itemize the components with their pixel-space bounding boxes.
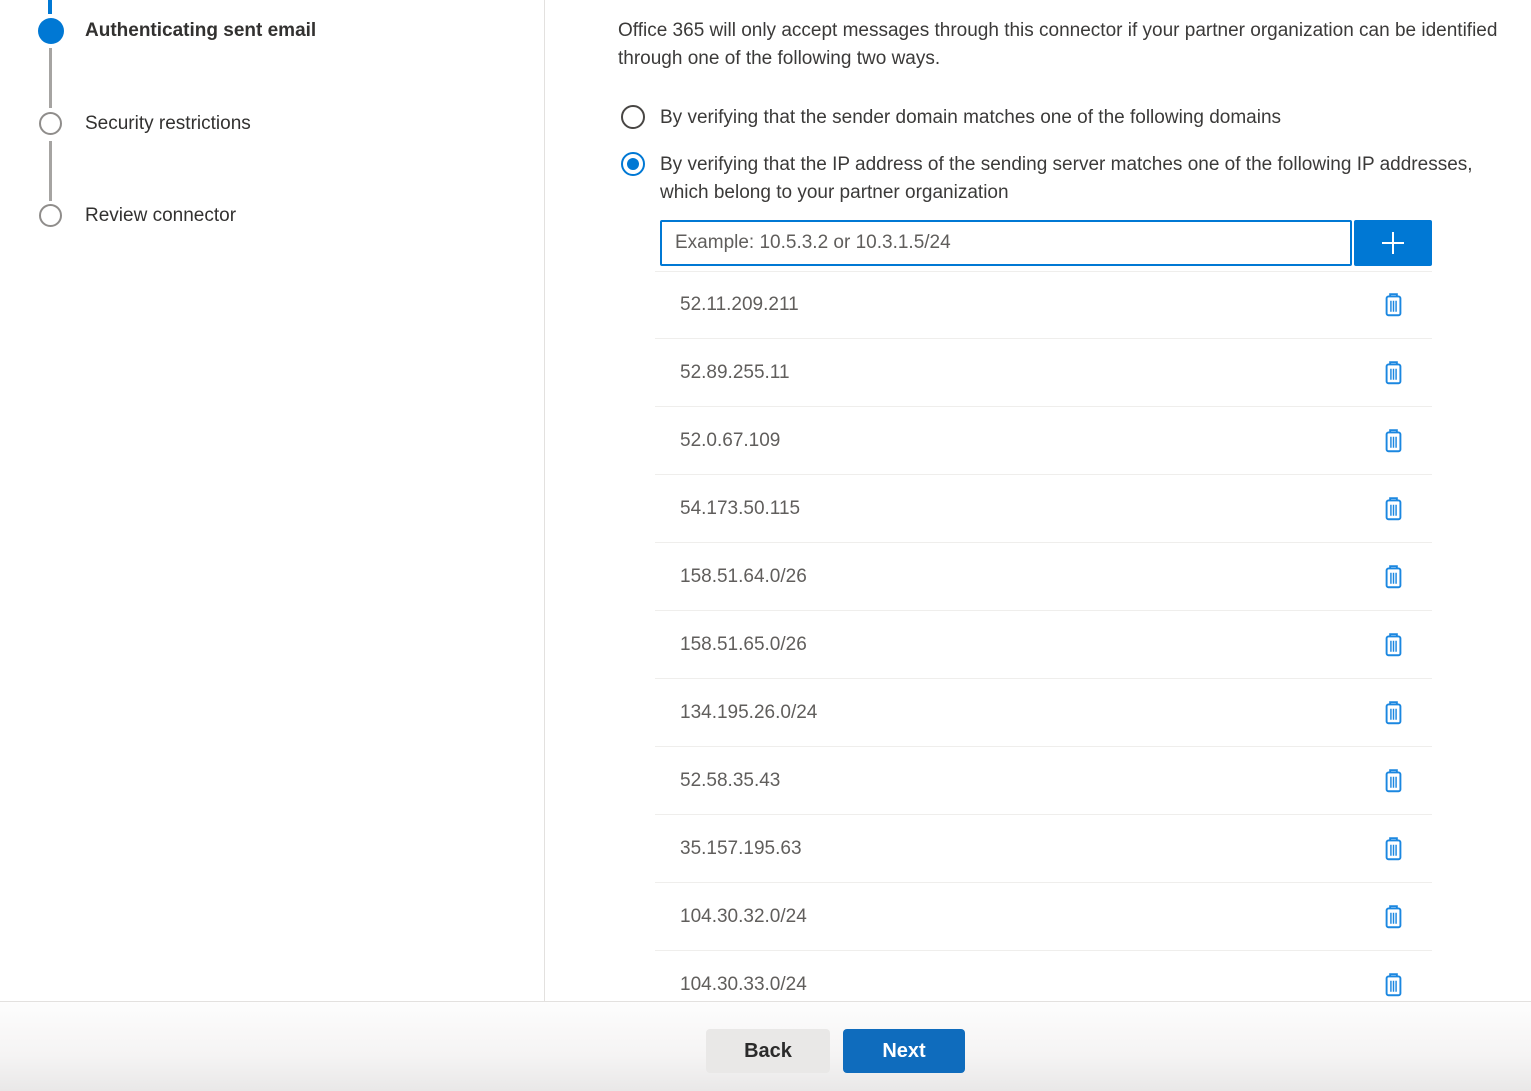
delete-ip-button[interactable] [1380, 766, 1407, 796]
wizard-footer: Back Next [0, 1001, 1531, 1091]
trash-icon [1382, 836, 1405, 862]
ip-value: 134.195.26.0/24 [680, 702, 817, 724]
ip-row: 104.30.32.0/24 [655, 883, 1432, 951]
step-upcoming-dot [39, 204, 62, 227]
ip-row: 54.173.50.115 [655, 475, 1432, 543]
add-ip-button[interactable] [1354, 220, 1432, 266]
plus-icon [1378, 228, 1408, 258]
delete-ip-button[interactable] [1380, 290, 1407, 320]
trash-icon [1382, 292, 1405, 318]
step-description: Office 365 will only accept messages thr… [618, 0, 1531, 73]
step-authenticating-sent-email[interactable]: Authenticating sent email [85, 20, 316, 42]
ip-row: 52.89.255.11 [655, 339, 1432, 407]
ip-row: 52.0.67.109 [655, 407, 1432, 475]
delete-ip-button[interactable] [1380, 358, 1407, 388]
ip-address-list: 52.11.209.211 52.89.255.11 52.0.67.109 [655, 271, 1432, 1001]
step-active-dot [38, 18, 64, 44]
delete-ip-button[interactable] [1380, 426, 1407, 456]
stepper-rail [49, 141, 52, 201]
ip-address-input[interactable] [660, 220, 1352, 266]
trash-icon [1382, 360, 1405, 386]
ip-value: 104.30.33.0/24 [680, 974, 807, 996]
ip-value: 35.157.195.63 [680, 838, 802, 860]
radio-option-label: By verifying that the IP address of the … [660, 151, 1478, 207]
delete-ip-button[interactable] [1380, 834, 1407, 864]
radio-option-ip-address[interactable]: By verifying that the IP address of the … [621, 151, 1531, 207]
ip-row: 134.195.26.0/24 [655, 679, 1432, 747]
trash-icon [1382, 904, 1405, 930]
ip-row: 52.58.35.43 [655, 747, 1432, 815]
ip-value: 52.11.209.211 [680, 294, 799, 316]
trash-icon [1382, 564, 1405, 590]
ip-value: 54.173.50.115 [680, 498, 800, 520]
radio-option-sender-domain[interactable]: By verifying that the sender domain matc… [621, 104, 1531, 132]
delete-ip-button[interactable] [1380, 494, 1407, 524]
ip-value: 52.58.35.43 [680, 770, 780, 792]
trash-icon [1382, 428, 1405, 454]
delete-ip-button[interactable] [1380, 970, 1407, 1000]
radio-button-selected[interactable] [621, 152, 645, 176]
step-security-restrictions[interactable]: Security restrictions [85, 113, 251, 135]
trash-icon [1382, 632, 1405, 658]
radio-button-unselected[interactable] [621, 105, 645, 129]
ip-row: 35.157.195.63 [655, 815, 1432, 883]
delete-ip-button[interactable] [1380, 630, 1407, 660]
wizard-step-content: Office 365 will only accept messages thr… [618, 0, 1531, 1001]
stepper-rail [49, 48, 52, 108]
stepper-rail-completed [48, 0, 52, 14]
wizard-stepper-sidebar: Authenticating sent email Security restr… [0, 0, 545, 1001]
ip-value: 52.89.255.11 [680, 362, 790, 384]
trash-icon [1382, 972, 1405, 998]
step-review-connector[interactable]: Review connector [85, 205, 236, 227]
ip-row: 158.51.65.0/26 [655, 611, 1432, 679]
delete-ip-button[interactable] [1380, 562, 1407, 592]
radio-option-label: By verifying that the sender domain matc… [660, 104, 1281, 132]
ip-value: 104.30.32.0/24 [680, 906, 807, 928]
trash-icon [1382, 700, 1405, 726]
ip-row: 52.11.209.211 [655, 271, 1432, 339]
ip-value: 52.0.67.109 [680, 430, 780, 452]
trash-icon [1382, 496, 1405, 522]
ip-value: 158.51.65.0/26 [680, 634, 807, 656]
ip-row: 104.30.33.0/24 [655, 951, 1432, 1001]
next-button[interactable]: Next [843, 1029, 965, 1073]
ip-row: 158.51.64.0/26 [655, 543, 1432, 611]
back-button[interactable]: Back [706, 1029, 830, 1073]
delete-ip-button[interactable] [1380, 698, 1407, 728]
delete-ip-button[interactable] [1380, 902, 1407, 932]
step-upcoming-dot [39, 112, 62, 135]
ip-value: 158.51.64.0/26 [680, 566, 807, 588]
trash-icon [1382, 768, 1405, 794]
ip-entry-row [660, 220, 1432, 266]
